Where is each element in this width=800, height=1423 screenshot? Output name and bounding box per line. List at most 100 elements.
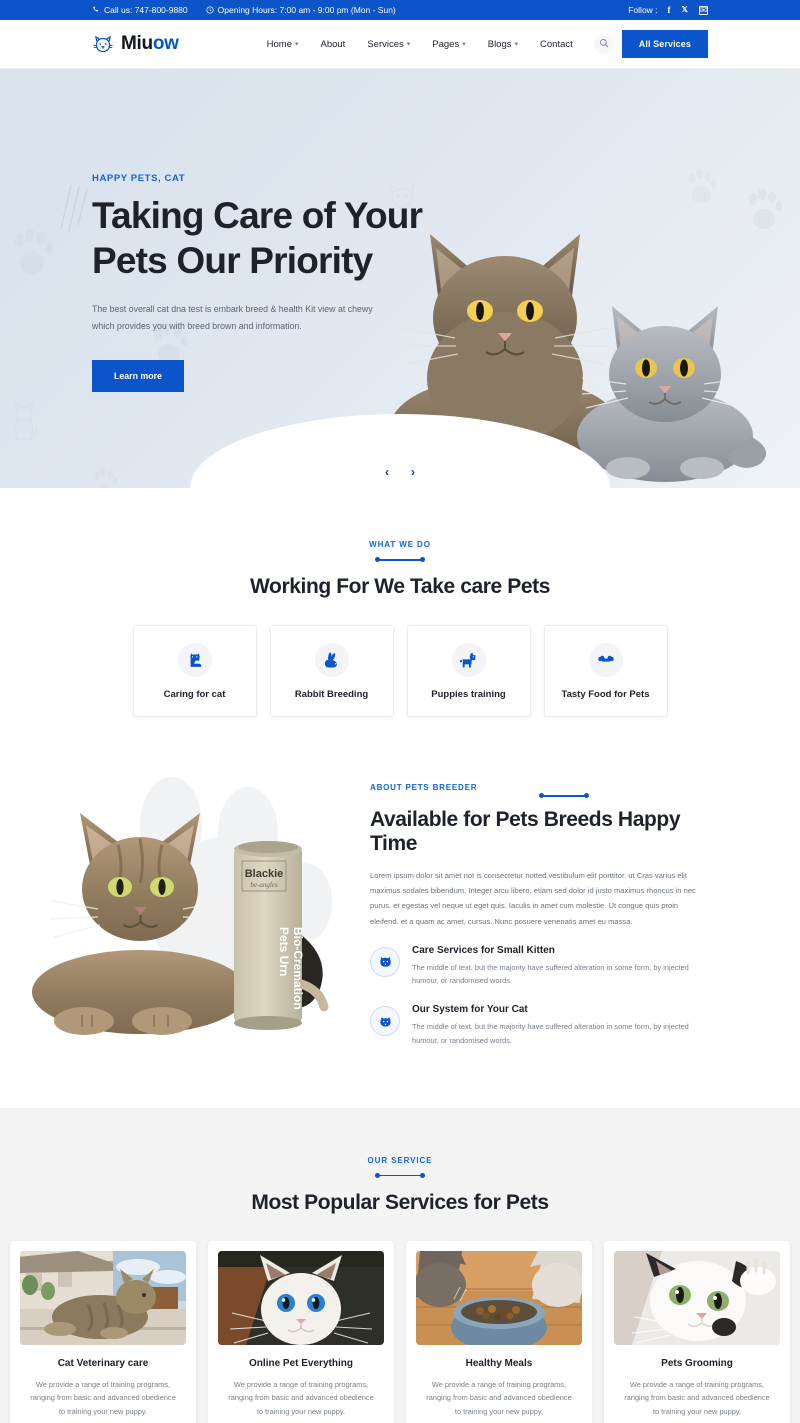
nav-item-home[interactable]: Home ▾	[256, 39, 310, 50]
clock-icon	[206, 6, 214, 14]
service-title: Pets Grooming	[661, 1357, 733, 1369]
logo-text-blue: ow	[152, 33, 179, 54]
hero-slider: HAPPY PETS, CAT Taking Care of Your Pets…	[0, 69, 800, 488]
service-title: Healthy Meals	[465, 1357, 533, 1369]
phone-icon	[92, 6, 100, 14]
hero-title-line2: Pets Our Priority	[92, 240, 373, 282]
card-puppies-training[interactable]: Puppies training	[406, 625, 531, 717]
cat-with-urn-illustration-icon: Blackie be-angles Pets Urn Bio-Cremation	[32, 813, 329, 1035]
feature-title: Care Services for Small Kitten	[412, 944, 555, 956]
social-links: f 𝕏 ✉	[668, 5, 708, 15]
about-text: ABOUT PETS BREEDER Available for Pets Br…	[352, 777, 708, 1048]
logo[interactable]: Miuow	[92, 33, 179, 55]
card-tasty-food-for-pets[interactable]: Tasty Food for Pets	[543, 625, 668, 717]
nav-item-services[interactable]: Services ▾	[356, 39, 421, 50]
feature-desc: The middle of text. but the majority hav…	[412, 1022, 689, 1045]
scratch-marks-icon	[60, 184, 88, 232]
service-desc: We provide a range of training programs,…	[30, 1379, 176, 1416]
white-cat-lying-on-back-icon	[614, 1250, 780, 1345]
what-we-do-heading: WHAT WE DO Working For We Take care Pets	[0, 540, 800, 599]
section-eyebrow: WHAT WE DO	[369, 540, 431, 549]
svg-text:Blackie: Blackie	[245, 868, 284, 880]
feature-desc: The middle of text. but the majority hav…	[412, 962, 689, 986]
about-image: Blackie be-angles Pets Urn Bio-Cremation	[22, 777, 352, 1042]
cat-head-logo-icon	[92, 33, 114, 55]
about-feature-1-text: Care Services for Small Kitten The middl…	[412, 945, 708, 988]
card-label: Puppies training	[431, 688, 506, 700]
search-icon	[599, 35, 609, 53]
card-caring-for-cat[interactable]: Caring for cat	[132, 625, 257, 717]
hours-text: Opening Hours: 7:00 am - 9:00 pm (Mon - …	[217, 5, 396, 15]
service-card-online-pet-everything[interactable]: Online Pet Everything We provide a range…	[208, 1240, 394, 1423]
what-we-do-section: WHAT WE DO Working For We Take care Pets…	[0, 488, 800, 765]
nav-item-blogs[interactable]: Blogs ▾	[477, 39, 529, 50]
nav-label: Home	[266, 38, 292, 50]
divider-dot-left	[375, 1172, 380, 1178]
feature-title: Our System for Your Cat	[412, 1004, 528, 1016]
service-card-cat-veterinary-care[interactable]: Cat Veterinary care We provide a range o…	[10, 1240, 196, 1423]
service-card-healthy-meals[interactable]: Healthy Meals We provide a range of trai…	[406, 1240, 592, 1423]
service-desc: We provide a range of training programs,…	[228, 1379, 374, 1416]
follow-label: Follow :	[628, 5, 658, 15]
chevron-down-icon: ▾	[406, 40, 411, 48]
service-card-pets-grooming[interactable]: Pets Grooming We provide a range of trai…	[604, 1240, 790, 1423]
phone-text: Call us: 747-800-9880	[104, 5, 188, 15]
card-label: Caring for cat	[163, 688, 226, 700]
section-title: Most Popular Services for Pets	[251, 1190, 549, 1214]
logo-text-dark: Miu	[121, 33, 153, 54]
cats-eating-from-bowl-icon	[416, 1250, 582, 1345]
divider-dot-right	[420, 1172, 425, 1178]
search-button[interactable]	[593, 34, 614, 54]
paw-print-icon	[14, 229, 53, 275]
nav-item-about[interactable]: About	[310, 39, 357, 50]
chevron-down-icon: ▾	[514, 40, 519, 48]
svg-text:Bio-Cremation: Bio-Cremation	[291, 927, 305, 1010]
nav-label: Pages	[432, 38, 460, 50]
service-title: Cat Veterinary care	[57, 1357, 149, 1369]
x-twitter-icon[interactable]: 𝕏	[682, 6, 688, 14]
all-services-button[interactable]: All Services	[621, 30, 708, 58]
rabbit-icon	[314, 642, 349, 677]
cat-icon	[177, 642, 212, 677]
about-heading: ABOUT PETS BREEDER	[370, 783, 708, 798]
hero-content: HAPPY PETS, CAT Taking Care of Your Pets…	[92, 173, 452, 392]
service-desc: We provide a range of training programs,…	[426, 1379, 572, 1416]
card-label: Rabbit Breeding	[294, 688, 369, 700]
phone-info[interactable]: Call us: 747-800-9880	[92, 5, 188, 15]
what-we-do-cards: Caring for cat Rabbit Breeding Puppies t…	[0, 625, 800, 717]
chevron-down-icon: ▾	[294, 40, 299, 48]
nav-label: About	[320, 38, 346, 50]
divider-dot-right	[420, 557, 425, 562]
nav-label: Blogs	[487, 38, 512, 50]
card-label: Tasty Food for Pets	[561, 688, 650, 700]
divider-dot-left	[539, 793, 544, 798]
service-desc: We provide a range of training programs,…	[624, 1379, 770, 1416]
nav-label: Services	[367, 38, 404, 50]
nav-item-pages[interactable]: Pages ▾	[421, 39, 476, 50]
service-image	[218, 1250, 384, 1345]
cat-face-icon	[370, 946, 400, 977]
learn-more-button[interactable]: Learn more	[92, 359, 184, 392]
tabby-cat-outdoors-icon	[20, 1250, 186, 1345]
main-nav: Home ▾ About Services ▾ Pages ▾ Blogs ▾ …	[256, 30, 708, 58]
about-title: Available for Pets Breeds Happy Time	[370, 808, 681, 855]
hero-title-line1: Taking Care of Your	[92, 195, 423, 236]
card-rabbit-breeding[interactable]: Rabbit Breeding	[269, 625, 394, 717]
about-feature-2: Our System for Your Cat The middle of te…	[370, 1004, 708, 1047]
chevron-left-icon[interactable]: ‹	[379, 464, 395, 480]
about-feature-1: Care Services for Small Kitten The middl…	[370, 945, 708, 988]
divider-ornament	[539, 791, 589, 801]
nav-item-contact[interactable]: Contact	[529, 39, 584, 50]
chevron-right-icon[interactable]: ›	[405, 464, 421, 480]
facebook-icon[interactable]: f	[668, 5, 671, 15]
divider-dot-right	[584, 793, 589, 798]
chevron-down-icon: ▾	[462, 40, 466, 48]
white-kitten-blue-eyes-icon	[218, 1250, 384, 1345]
section-title: Working For We Take care Pets	[249, 575, 550, 598]
bone-icon	[588, 642, 623, 677]
dog-icon	[451, 642, 486, 677]
svg-text:be-angles: be-angles	[250, 881, 277, 889]
service-image	[20, 1250, 186, 1345]
email-icon[interactable]: ✉	[699, 5, 708, 15]
cat-sitting-icon	[13, 400, 37, 440]
